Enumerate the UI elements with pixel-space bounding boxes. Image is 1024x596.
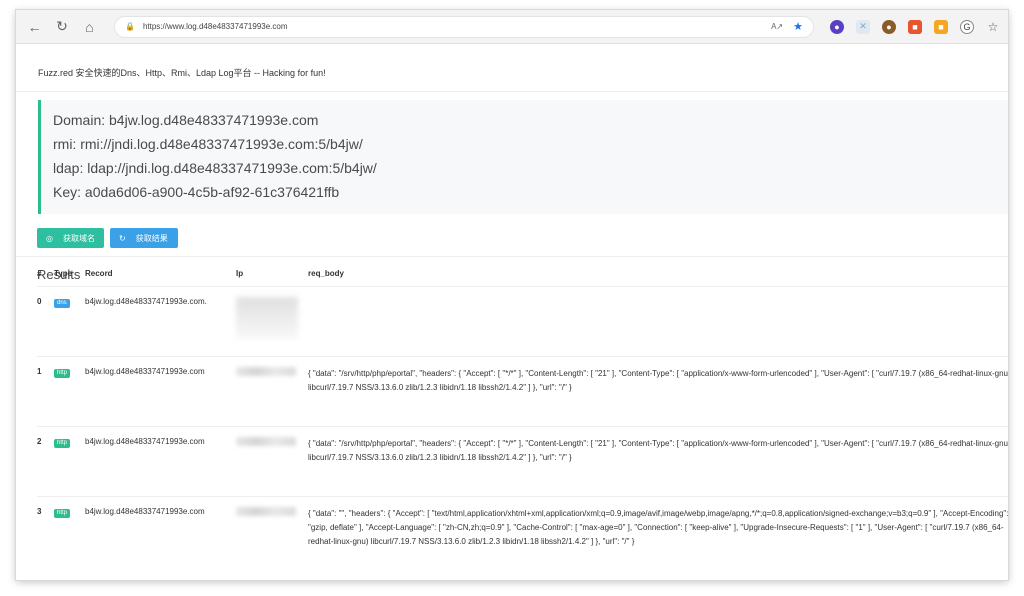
browser-toolbar: ← ↻ ⌂ 🔒 https://www.log.d48e48337471993e… bbox=[16, 10, 1008, 44]
favorite-star-icon[interactable]: ★ bbox=[793, 20, 803, 33]
table-row: 0 dns b4jw.log.d48e48337471993e.com. bbox=[37, 285, 1008, 356]
row-req-body: { "data": "/srv/http/php/eportal", "head… bbox=[308, 355, 1008, 426]
row-num: 2 bbox=[37, 425, 54, 496]
type-badge: http bbox=[54, 368, 71, 378]
refresh-icon[interactable]: ↻ bbox=[51, 16, 72, 38]
extension-icon[interactable]: ✕ bbox=[855, 19, 870, 34]
refresh-icon: ↻ bbox=[119, 233, 126, 243]
get-domain-button[interactable]: ◎ 获取域名 bbox=[37, 228, 104, 248]
row-record: b4jw.log.d48e48337471993e.com bbox=[85, 495, 236, 549]
row-num: 3 bbox=[37, 495, 54, 549]
get-domain-label: 获取域名 bbox=[62, 233, 95, 243]
type-badge: http bbox=[54, 508, 71, 518]
header-req-body: req_body bbox=[308, 268, 345, 278]
favorites-icon[interactable]: ☆ bbox=[986, 20, 1000, 34]
rmi-line: rmi: rmi://jndi.log.d48e48337471993e.com… bbox=[53, 136, 363, 152]
extension-icon[interactable]: ● bbox=[881, 19, 896, 34]
page-tagline: Fuzz.red 安全快速的Dns、Http、Rmi、Ldap Log平台 --… bbox=[16, 44, 1008, 92]
row-record: b4jw.log.d48e48337471993e.com bbox=[85, 425, 236, 496]
divider bbox=[16, 256, 1008, 257]
ip-redacted bbox=[236, 366, 296, 376]
table-header-row: # Type Record Ip req_body bbox=[37, 258, 1008, 286]
header-num: # bbox=[37, 268, 42, 278]
action-buttons: ◎ 获取域名 ↻ 获取结果 bbox=[37, 228, 1008, 248]
table-row: 1 http b4jw.log.d48e48337471993e.com { "… bbox=[37, 355, 1008, 426]
read-aloud-icon[interactable]: A↗ bbox=[771, 22, 783, 31]
ip-redacted bbox=[236, 506, 296, 516]
home-icon[interactable]: ⌂ bbox=[79, 16, 100, 38]
header-ip: Ip bbox=[236, 268, 244, 278]
domain-info-box: Domain: b4jw.log.d48e48337471993e.com rm… bbox=[38, 100, 1008, 214]
check-circle-icon: ◎ bbox=[46, 233, 53, 243]
ip-redacted bbox=[236, 436, 296, 446]
row-num: 1 bbox=[37, 355, 54, 426]
row-record: b4jw.log.d48e48337471993e.com bbox=[85, 355, 236, 426]
row-num: 0 bbox=[37, 285, 54, 356]
key-line: Key: a0da6d06-a900-4c5b-af92-61c376421ff… bbox=[53, 184, 340, 200]
type-badge: http bbox=[54, 438, 71, 448]
extension-icon[interactable]: ● bbox=[829, 19, 844, 34]
results-table: # Type Record Ip req_body 0 dns b4jw.log… bbox=[37, 258, 1008, 549]
table-row: 3 http b4jw.log.d48e48337471993e.com { "… bbox=[37, 495, 1008, 549]
ldap-line: ldap: ldap://jndi.log.d48e48337471993e.c… bbox=[53, 160, 377, 176]
row-req-body: { "data": "/srv/http/php/eportal", "head… bbox=[308, 425, 1008, 496]
row-req-body: { "data": "", "headers": { "Accept": [ "… bbox=[308, 495, 1008, 549]
url-text: https://www.log.d48e48337471993e.com bbox=[142, 22, 288, 31]
type-badge: dns bbox=[54, 298, 70, 308]
get-results-label: 获取结果 bbox=[135, 233, 168, 243]
domain-line: Domain: b4jw.log.d48e48337471993e.com bbox=[53, 112, 319, 128]
get-results-button[interactable]: ↻ 获取结果 bbox=[110, 228, 178, 248]
extension-icon[interactable]: ■ bbox=[907, 19, 922, 34]
ip-redacted bbox=[236, 296, 298, 339]
browser-window: ← ↻ ⌂ 🔒 https://www.log.d48e48337471993e… bbox=[16, 10, 1008, 580]
row-record: b4jw.log.d48e48337471993e.com. bbox=[85, 285, 236, 356]
extensions-bar: ● ✕ ● ■ ■ G ☆ bbox=[829, 19, 1000, 34]
header-type: Type bbox=[54, 268, 73, 278]
back-icon[interactable]: ← bbox=[24, 16, 45, 38]
extension-icon[interactable]: G bbox=[959, 19, 974, 34]
row-req-body bbox=[308, 285, 1008, 356]
address-bar[interactable]: 🔒 https://www.log.d48e48337471993e.com A… bbox=[113, 15, 814, 38]
table-row: 2 http b4jw.log.d48e48337471993e.com { "… bbox=[37, 425, 1008, 496]
header-record: Record bbox=[85, 268, 113, 278]
extension-icon[interactable]: ■ bbox=[933, 19, 948, 34]
lock-icon: 🔒 bbox=[124, 22, 135, 31]
